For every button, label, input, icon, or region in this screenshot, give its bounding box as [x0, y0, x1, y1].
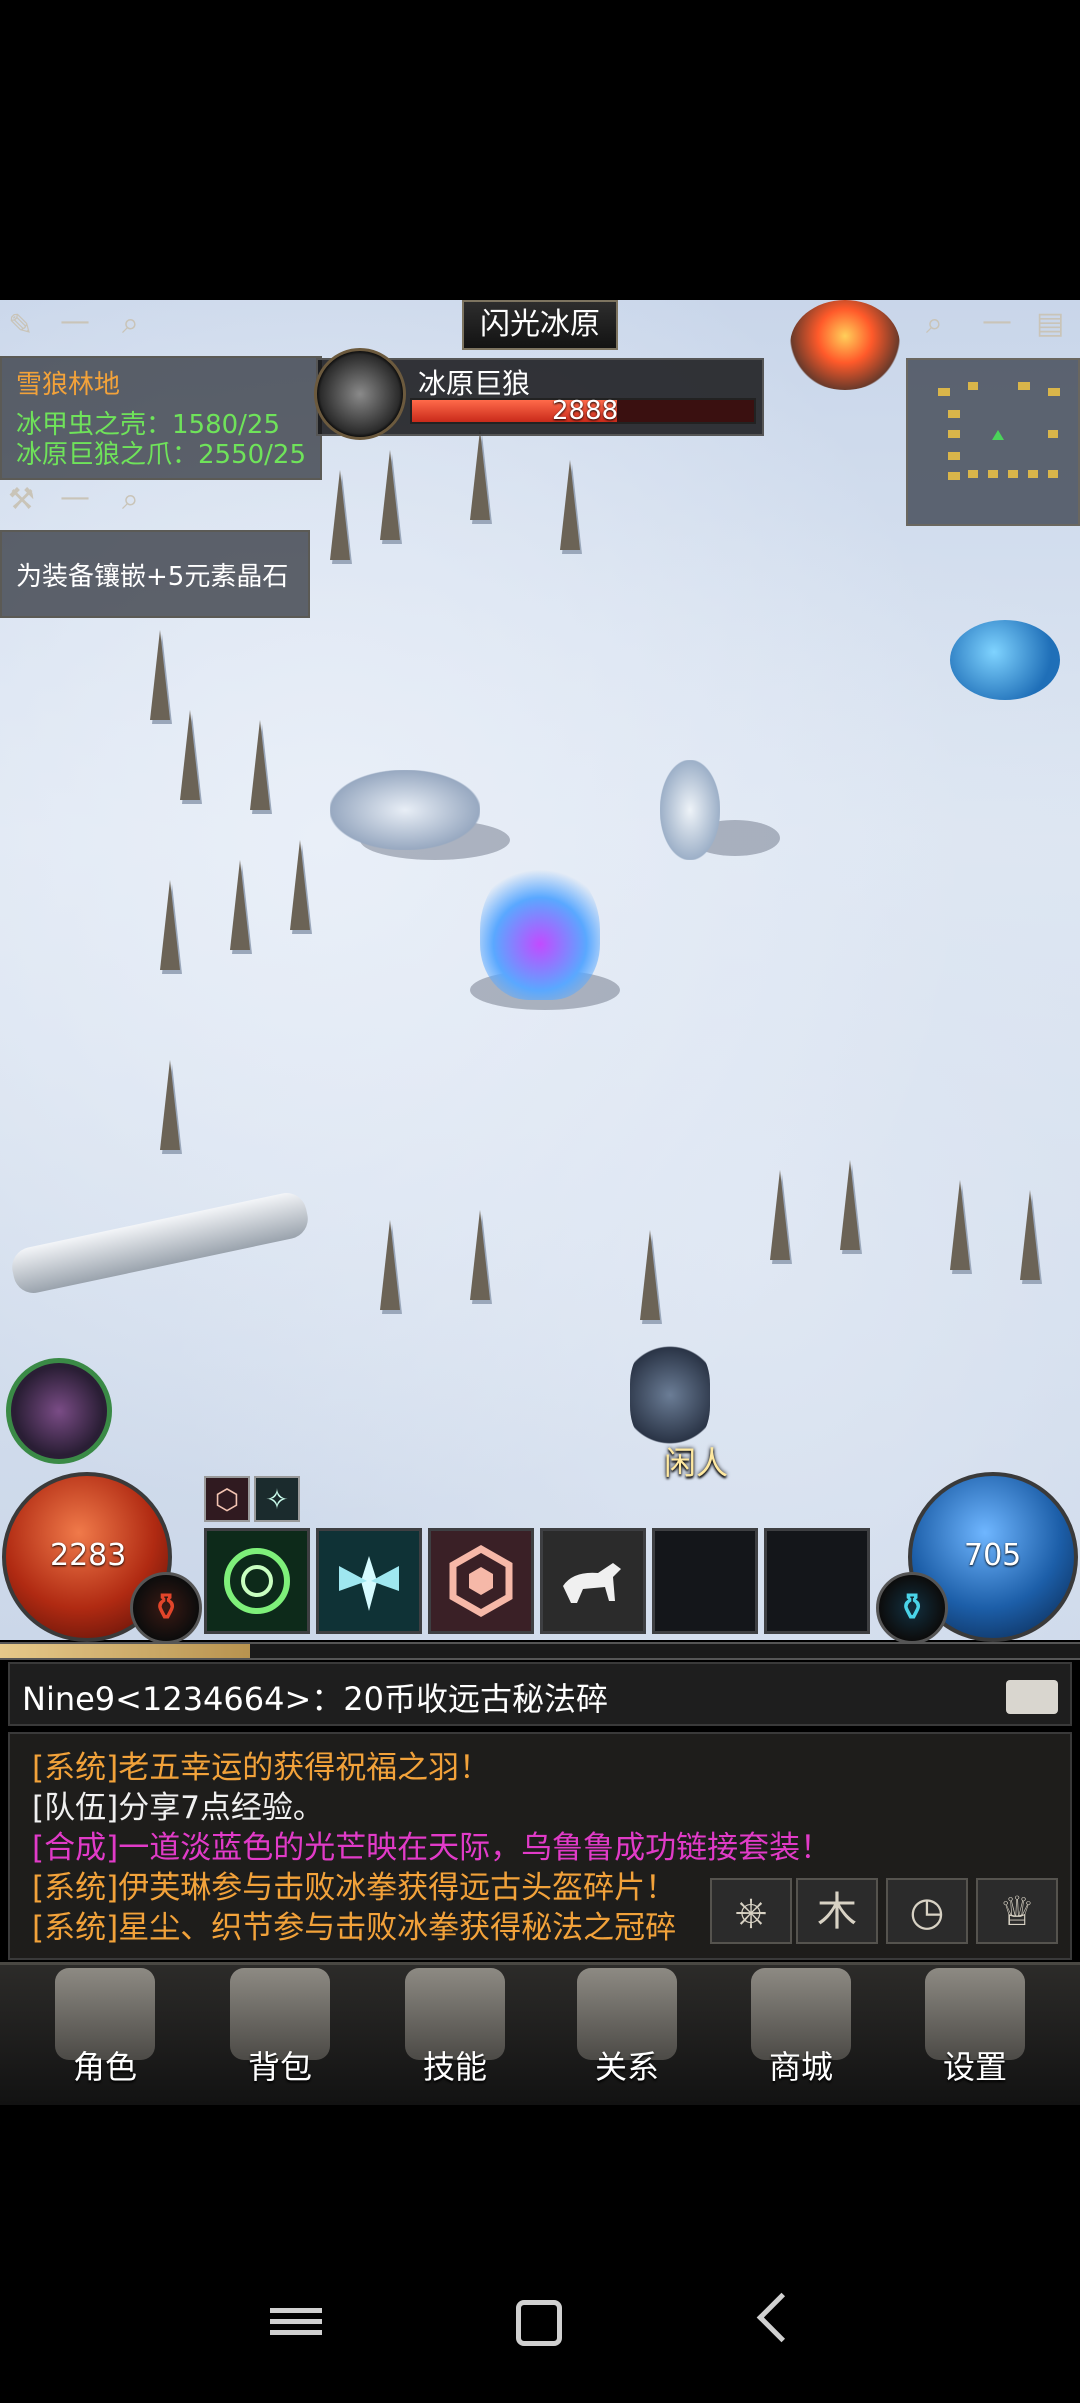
- menu-skills-button[interactable]: 技能: [380, 1968, 530, 2096]
- campfire: [790, 300, 900, 390]
- ice-beetle[interactable]: [950, 620, 1060, 700]
- menu-label: 设置: [942, 2048, 1007, 2086]
- back-icon[interactable]: [756, 2292, 807, 2343]
- sword-icon[interactable]: 木: [796, 1878, 878, 1944]
- menu-label: 商城: [768, 2048, 833, 2086]
- ice-spike: [380, 1220, 400, 1310]
- ice-wolf[interactable]: [330, 770, 480, 850]
- ice-wolf[interactable]: [660, 760, 720, 860]
- skill-slot-6[interactable]: [764, 1528, 870, 1634]
- quest-zone: 雪狼林地: [16, 370, 121, 400]
- skill-slot-4[interactable]: [540, 1528, 646, 1634]
- search-icon[interactable]: ⌕: [122, 306, 139, 341]
- task-text: 为装备镶嵌+5元素晶石: [16, 562, 289, 592]
- exp-fill: [0, 1644, 250, 1658]
- clock-icon[interactable]: ◷: [886, 1878, 968, 1944]
- hp-potion-icon[interactable]: ⚱: [130, 1572, 202, 1644]
- ice-spike: [290, 840, 310, 930]
- ice-spike: [640, 1230, 660, 1320]
- search-icon[interactable]: ⌕: [122, 482, 139, 517]
- skill-slot-3[interactable]: [428, 1528, 534, 1634]
- leaf-icon[interactable]: ✎: [8, 308, 33, 343]
- chat-message: [合成]一道淡蓝色的光芒映在天际，乌鲁鲁成功链接套装！: [32, 1830, 832, 1866]
- hexagon-skill-icon: [431, 1531, 531, 1631]
- hp-value: 2283: [50, 1538, 127, 1573]
- map-icon[interactable]: ▤: [1036, 306, 1064, 341]
- ice-spike: [470, 430, 490, 520]
- recent-apps-icon[interactable]: [270, 2302, 322, 2346]
- mp-value: 705: [964, 1538, 1022, 1573]
- ice-spike: [470, 1210, 490, 1300]
- ice-spike: [160, 1060, 180, 1150]
- ice-spike: [560, 460, 580, 550]
- menu-bag-button[interactable]: 背包: [205, 1968, 355, 2096]
- search-icon[interactable]: ⌕: [926, 306, 943, 341]
- minimap-graphic: [938, 382, 1060, 480]
- menu-label: 角色: [72, 2048, 137, 2086]
- target-name: 冰原巨狼: [418, 367, 531, 400]
- ice-spike: [230, 860, 250, 950]
- winged-figure-skill-icon: [319, 1531, 419, 1631]
- skill-slot-5[interactable]: [652, 1528, 758, 1634]
- fallen-log: [8, 1189, 312, 1297]
- buff-icon[interactable]: ✧: [254, 1476, 300, 1522]
- skill-slot-2[interactable]: [316, 1528, 422, 1634]
- ice-spike: [250, 720, 270, 810]
- ice-spike: [330, 470, 350, 560]
- map-title: 闪光冰原: [480, 307, 600, 342]
- ice-spike: [1020, 1190, 1040, 1280]
- system-nav-bar: [0, 2250, 1080, 2403]
- ice-spike: [160, 880, 180, 970]
- chat-message: [系统]伊芙琳参与击败冰拳获得远古头盔碎片！: [32, 1870, 677, 1906]
- target-portrait: [314, 348, 406, 440]
- buff-icon[interactable]: ⬡: [204, 1476, 250, 1522]
- menu-label: 技能: [422, 2048, 487, 2086]
- minimap[interactable]: [906, 358, 1080, 526]
- ice-spike: [180, 710, 200, 800]
- home-icon[interactable]: [516, 2300, 562, 2346]
- ice-spike: [770, 1170, 790, 1260]
- ice-spike: [380, 450, 400, 540]
- gear-wheel-icon[interactable]: ⎈: [710, 1878, 792, 1944]
- menu-relations-button[interactable]: 关系: [552, 1968, 702, 2096]
- quest-line: 冰原巨狼之爪：2550/25: [16, 440, 307, 470]
- player-character: [480, 860, 600, 1000]
- minimize-icon[interactable]: —: [60, 304, 90, 339]
- chat-message: [系统]老五幸运的获得祝福之羽！: [32, 1750, 491, 1786]
- skill-slot-1[interactable]: [204, 1528, 310, 1634]
- game-screen: 闲人 ✎ — ⌕ 闪光冰原 ⌕ — ▤ 雪狼林地 冰甲虫之壳：1580/25 冰…: [0, 300, 1080, 2105]
- player-portrait[interactable]: [6, 1358, 112, 1464]
- ice-spike: [150, 630, 170, 720]
- goat-skill-icon: [543, 1531, 643, 1631]
- ice-spike: [840, 1160, 860, 1250]
- tools-icon[interactable]: ⚒: [8, 482, 35, 517]
- ice-spike: [950, 1180, 970, 1270]
- chat-message: [系统]星尘、织节参与击败冰拳获得秘法之冠碎: [32, 1910, 677, 1946]
- npc-warrior[interactable]: [630, 1340, 710, 1450]
- exp-bar: [0, 1642, 1080, 1660]
- chat-world-line: Nine9<1234664>：20币收远古秘法碎: [22, 1680, 609, 1718]
- minimize-icon[interactable]: —: [60, 480, 90, 515]
- target-hp-value: 2888: [552, 396, 619, 426]
- minimize-icon[interactable]: —: [982, 304, 1012, 339]
- npc-status-label: 闲人: [664, 1444, 729, 1482]
- vortex-skill-icon: [207, 1531, 307, 1631]
- menu-settings-button[interactable]: 设置: [900, 1968, 1050, 2096]
- mp-potion-icon[interactable]: ⚱: [876, 1572, 948, 1644]
- chat-bubble-icon[interactable]: [1006, 1680, 1058, 1714]
- map-title-plate: 闪光冰原: [462, 300, 618, 350]
- menu-shop-button[interactable]: 商城: [726, 1968, 876, 2096]
- trophy-icon[interactable]: ♕: [976, 1878, 1058, 1944]
- menu-character-button[interactable]: 角色: [30, 1968, 180, 2096]
- chat-message: [队伍]分享7点经验。: [32, 1790, 324, 1826]
- menu-label: 背包: [247, 2048, 312, 2086]
- menu-label: 关系: [594, 2048, 659, 2086]
